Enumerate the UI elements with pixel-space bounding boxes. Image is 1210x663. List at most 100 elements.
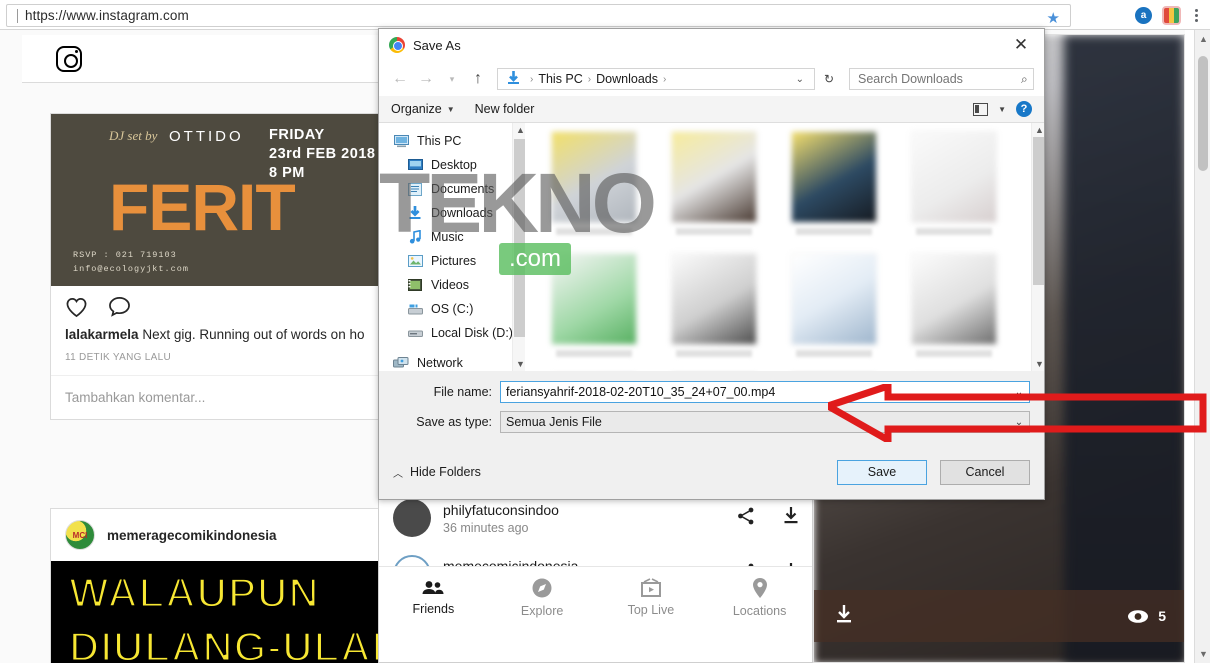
add-comment-input[interactable]: Tambahkan komentar... [51,376,379,419]
instagram-logo-icon[interactable] [56,46,82,72]
eye-icon [1128,609,1149,623]
post2-username[interactable]: memeragecomikindonesia [107,528,277,543]
search-input[interactable]: ⌕ [849,68,1034,90]
close-icon[interactable]: ✕ [998,29,1044,62]
nav-item-locations[interactable]: Locations [705,567,812,628]
file-thumbnail [551,253,637,345]
file-item[interactable] [895,131,1013,251]
save-as-type-select[interactable]: Semua Jenis File ⌄ [500,411,1030,433]
dialog-body: This PC Desktop Documents Downloads Musi… [379,123,1044,371]
nav-item-explore[interactable]: Explore [488,567,597,628]
videos-icon [407,278,423,292]
post2-header: MCI memeragecomikindonesia [51,509,379,561]
search-downloads-field[interactable] [856,71,1021,87]
scroll-up-icon[interactable]: ▲ [1035,125,1044,135]
nav-label: Locations [732,604,787,618]
scroll-up-icon[interactable]: ▲ [1199,34,1208,44]
breadcrumb-item-downloads[interactable]: Downloads [596,72,658,86]
extension-icon-a[interactable]: a [1135,6,1152,24]
new-folder-button[interactable]: New folder [475,102,535,116]
file-name-input[interactable]: ⌄ [500,381,1030,403]
tree-scrollbar[interactable]: ▲ ▼ [512,123,525,371]
up-arrow-icon[interactable]: ↑ [467,68,489,90]
breadcrumb-item-this-pc[interactable]: This PC [538,72,582,86]
scrollbar-thumb[interactable] [514,139,525,337]
dialog-fields: File name: ⌄ Save as type: Semua Jenis F… [379,371,1044,445]
file-list-pane[interactable]: ▲ ▼ TEKNO .com [379,123,1044,371]
post-username[interactable]: lalakarmela [65,327,139,342]
tree-item-videos[interactable]: Videos [379,273,525,297]
chevron-down-icon[interactable]: ▼ [998,105,1006,114]
share-icon[interactable] [736,506,756,531]
file-thumbnail [791,131,877,223]
text-cursor [17,8,18,23]
file-item[interactable] [655,131,773,251]
flyer-artist: OTTIDO [169,128,244,145]
address-bar[interactable]: https://www.instagram.com ★ [6,4,1071,27]
save-as-type-label: Save as type: [416,415,492,429]
hide-folders-button[interactable]: ︿ Hide Folders [393,465,481,480]
file-item[interactable] [535,253,653,371]
tree-label: Pictures [431,254,477,268]
nav-item-top-live[interactable]: Top Live [597,567,706,628]
page-scrollbar[interactable]: ▲ ▼ [1194,30,1210,663]
scroll-down-icon[interactable]: ▼ [516,359,525,369]
file-name-label [796,350,872,357]
post-actions [51,286,379,326]
file-item[interactable] [775,253,893,371]
tree-item-desktop[interactable]: Desktop [379,153,525,177]
app-bottom-nav: Friends Explore Top Live Locations [379,566,812,628]
organize-button[interactable]: Organize ▼ [391,102,455,116]
download-icon[interactable] [834,603,854,630]
tree-item-os-c[interactable]: OS (C:) [379,297,525,321]
tree-item-pictures[interactable]: Pictures [379,249,525,273]
help-icon[interactable]: ? [1016,101,1032,117]
heart-icon[interactable] [65,297,87,317]
file-item[interactable] [535,131,653,251]
file-name-field[interactable] [501,384,1009,400]
tree-item-local-disk-d[interactable]: Local Disk (D:) [379,321,525,345]
chevron-up-icon: ︿ [393,468,403,480]
scrollbar-thumb[interactable] [1198,56,1208,171]
post-caption-text: Next gig. Running out of words on ho [142,327,365,342]
breadcrumb[interactable]: › This PC › Downloads › ⌄ [497,68,815,90]
flyer-rsvp: RSVP : 021 719103 [73,250,177,260]
view-layout-icon[interactable] [973,102,989,116]
scrollbar-thumb[interactable] [1033,137,1044,285]
bookmark-star-icon[interactable]: ★ [1047,9,1060,27]
extension-icon-downloader[interactable] [1162,5,1181,25]
chevron-down-icon[interactable]: ⌄ [1009,387,1029,398]
scroll-down-icon[interactable]: ▼ [1035,359,1044,369]
avatar[interactable]: MCI [65,520,95,550]
live-tv-icon [640,578,661,597]
comment-bubble-icon[interactable] [108,296,131,317]
save-button[interactable]: Save [837,459,927,485]
tree-item-network[interactable]: Network [379,351,525,371]
view-count-value: 5 [1158,608,1166,624]
file-item[interactable] [775,131,893,251]
tree-item-this-pc[interactable]: This PC [379,129,525,153]
file-list-scrollbar[interactable]: ▲ ▼ [1031,123,1044,371]
file-item[interactable] [895,253,1013,371]
meme-line-1: WALAUPUN [68,568,321,618]
refresh-icon[interactable]: ↻ [819,72,839,86]
scroll-up-icon[interactable]: ▲ [516,125,525,135]
organize-label: Organize [391,102,442,116]
avatar [393,499,431,537]
tree-item-downloads[interactable]: Downloads [379,201,525,225]
forward-arrow-icon[interactable]: → [415,68,437,90]
file-name-label [556,350,632,357]
scroll-down-icon[interactable]: ▼ [1199,649,1208,659]
tree-item-music[interactable]: Music [379,225,525,249]
cancel-button[interactable]: Cancel [940,459,1030,485]
recent-dropdown-icon[interactable]: ▾ [441,68,463,90]
download-icon[interactable] [782,506,800,531]
tree-item-documents[interactable]: Documents [379,177,525,201]
music-icon [407,230,423,244]
nav-item-friends[interactable]: Friends [379,567,488,628]
file-item[interactable] [655,253,773,371]
chrome-menu-icon[interactable] [1191,8,1202,22]
back-arrow-icon[interactable]: ← [389,68,411,90]
chevron-down-icon[interactable]: ⌄ [790,74,810,85]
chevron-down-icon[interactable]: ⌄ [1009,417,1029,428]
